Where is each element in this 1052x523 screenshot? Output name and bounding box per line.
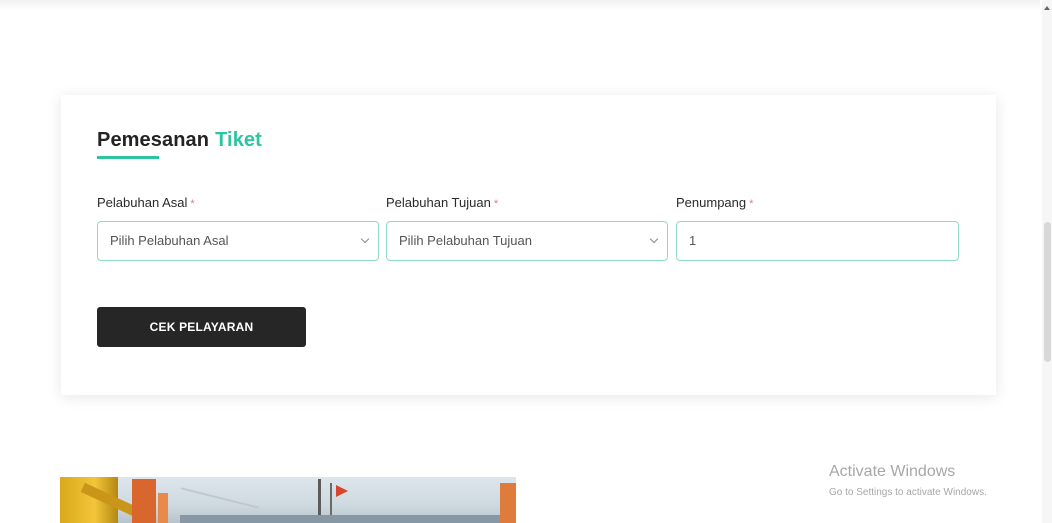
- activate-windows-watermark: Activate Windows Go to Settings to activ…: [829, 463, 987, 498]
- required-mark: *: [493, 198, 499, 210]
- required-mark: *: [749, 198, 754, 210]
- watermark-title: Activate Windows: [829, 463, 956, 480]
- scroll-up-arrow-icon[interactable]: [1044, 6, 1050, 10]
- chevron-down-icon: [649, 234, 659, 244]
- form-title-accent: Tiket: [215, 129, 262, 151]
- scrollbar-thumb[interactable]: [1044, 222, 1051, 362]
- origin-port-select[interactable]: Pilih Pelabuhan Asal: [97, 221, 379, 261]
- form-title: Pemesanan Tiket: [97, 129, 262, 152]
- destination-port-selected-value: Pilih Pelabuhan Tujuan: [399, 233, 532, 248]
- title-underline: [97, 156, 159, 159]
- passenger-input-value: 1: [689, 233, 697, 248]
- chevron-down-icon: [360, 234, 370, 244]
- destination-port-label: Pelabuhan Tujuan *: [386, 195, 498, 210]
- form-title-main: Pemesanan: [97, 129, 210, 151]
- header-shadow: [0, 0, 1040, 10]
- harbor-photo: [60, 477, 516, 523]
- origin-port-selected-value: Pilih Pelabuhan Asal: [110, 233, 229, 248]
- required-mark: *: [190, 198, 195, 210]
- destination-port-label-text: Pelabuhan Tujuan: [386, 195, 491, 210]
- passenger-label: Penumpang *: [676, 195, 753, 210]
- destination-port-select[interactable]: Pilih Pelabuhan Tujuan: [386, 221, 668, 261]
- passenger-label-text: Penumpang: [676, 195, 747, 210]
- ticket-booking-card: Pemesanan Tiket Pelabuhan Asal * Pilih Pel…: [61, 95, 996, 395]
- passenger-input[interactable]: 1: [676, 221, 959, 261]
- check-sailing-button[interactable]: CEK PELAYARAN: [97, 307, 306, 347]
- page: Pemesanan Tiket Pelabuhan Asal * Pilih Pel…: [0, 0, 1052, 523]
- origin-port-label-text: Pelabuhan Asal: [97, 195, 188, 210]
- watermark-subtitle: Go to Settings to activate Windows.: [829, 487, 987, 498]
- vertical-scrollbar[interactable]: [1042, 0, 1052, 523]
- origin-port-label: Pelabuhan Asal *: [97, 195, 195, 210]
